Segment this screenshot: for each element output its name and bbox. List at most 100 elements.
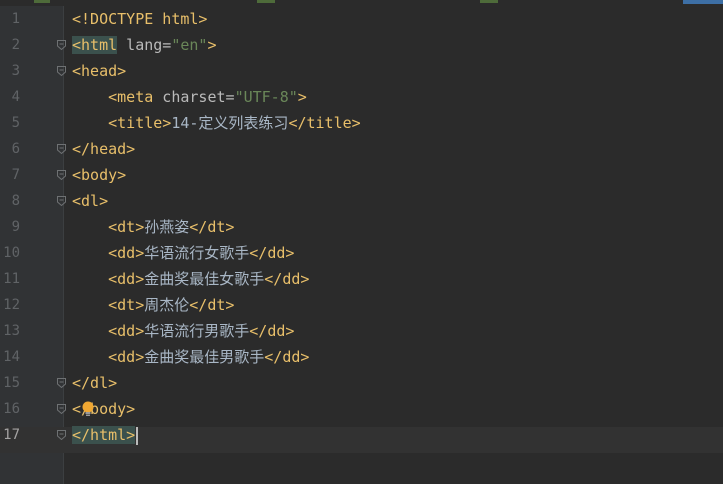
code-token: > — [297, 88, 307, 106]
code-text[interactable]: </dl> — [72, 370, 117, 396]
change-marker — [257, 0, 275, 3]
code-line[interactable]: 2 <html lang="en"> — [0, 32, 723, 58]
code-line[interactable]: 1 <!DOCTYPE html> — [0, 6, 723, 32]
fold-marker-icon[interactable] — [57, 66, 66, 76]
line-number[interactable]: 2 — [0, 32, 20, 58]
fold-marker-icon[interactable] — [57, 430, 66, 440]
line-number[interactable]: 16 — [0, 396, 20, 422]
code-text[interactable]: <!DOCTYPE html> — [72, 6, 207, 32]
code-line[interactable]: 5 <title>14-定义列表练习</title> — [0, 110, 723, 136]
code-token: <dd> — [108, 244, 145, 262]
code-line[interactable]: 3 <head> — [0, 58, 723, 84]
code-token: <dt> — [108, 296, 145, 314]
code-token: charset= — [153, 88, 235, 106]
code-text[interactable]: </head> — [72, 136, 135, 162]
code-token: </dd> — [264, 270, 310, 288]
code-token: > — [207, 36, 217, 54]
fold-marker-icon[interactable] — [57, 170, 66, 180]
line-number[interactable]: 12 — [0, 292, 20, 318]
code-line[interactable]: 15 </dl> — [0, 370, 723, 396]
code-token: </dl> — [72, 374, 118, 392]
code-line[interactable]: 14 <dd>金曲奖最佳男歌手</dd> — [0, 344, 723, 370]
code-line[interactable]: 13 <dd>华语流行男歌手</dd> — [0, 318, 723, 344]
code-token: <meta — [108, 88, 154, 106]
code-line[interactable]: 6 </head> — [0, 136, 723, 162]
code-text[interactable]: <dd>金曲奖最佳男歌手</dd> — [72, 344, 309, 370]
code-token: "en" — [171, 36, 208, 54]
code-token: <dt> — [108, 218, 145, 236]
code-text[interactable]: <head> — [72, 58, 126, 84]
code-line[interactable]: 11 <dd>金曲奖最佳女歌手</dd> — [0, 266, 723, 292]
code-text[interactable]: <dt>孙燕姿</dt> — [72, 214, 234, 240]
line-number[interactable]: 7 — [0, 162, 20, 188]
code-text[interactable]: <html lang="en"> — [72, 32, 217, 58]
code-token: </html> — [72, 426, 136, 444]
code-token: 孙燕姿 — [144, 218, 190, 236]
line-number[interactable]: 14 — [0, 344, 20, 370]
code-line[interactable]: 8 <dl> — [0, 188, 723, 214]
line-number[interactable]: 9 — [0, 214, 20, 240]
code-token: <dd> — [108, 348, 145, 366]
code-token: <title> — [108, 114, 172, 132]
code-text[interactable]: <dd>华语流行男歌手</dd> — [72, 318, 294, 344]
code-token: </dt> — [189, 296, 235, 314]
code-line[interactable]: 9 <dt>孙燕姿</dt> — [0, 214, 723, 240]
code-token: </title> — [288, 114, 361, 132]
code-text[interactable]: <title>14-定义列表练习</title> — [72, 110, 361, 136]
scroll-marker[interactable] — [683, 0, 723, 4]
code-line[interactable]: 10 <dd>华语流行女歌手</dd> — [0, 240, 723, 266]
change-marker — [480, 0, 498, 3]
line-number[interactable]: 10 — [0, 240, 20, 266]
code-text[interactable]: <dd>金曲奖最佳女歌手</dd> — [72, 266, 309, 292]
line-number[interactable]: 1 — [0, 6, 20, 32]
line-number[interactable]: 17 — [0, 422, 20, 448]
line-number[interactable]: 4 — [0, 84, 20, 110]
fold-marker-icon[interactable] — [57, 144, 66, 154]
code-token: <head> — [72, 62, 127, 80]
code-token: </dt> — [189, 218, 235, 236]
code-line[interactable]: 17 </html> — [0, 422, 723, 448]
code-token: 周杰伦 — [144, 296, 190, 314]
code-line[interactable]: 7 <body> — [0, 162, 723, 188]
code-text[interactable]: <meta charset="UTF-8"> — [72, 84, 307, 110]
line-number[interactable]: 6 — [0, 136, 20, 162]
code-token: <html — [72, 36, 118, 54]
line-number[interactable]: 11 — [0, 266, 20, 292]
code-token: 金曲奖最佳男歌手 — [144, 348, 265, 366]
line-number[interactable]: 8 — [0, 188, 20, 214]
code-text[interactable]: <dl> — [72, 188, 108, 214]
code-token: </dd> — [264, 348, 310, 366]
line-number[interactable]: 13 — [0, 318, 20, 344]
line-number[interactable]: 15 — [0, 370, 20, 396]
code-token: <dd> — [108, 322, 145, 340]
code-token: 华语流行男歌手 — [144, 322, 250, 340]
line-number[interactable]: 5 — [0, 110, 20, 136]
code-token: <dl> — [72, 192, 109, 210]
code-text[interactable]: <dd>华语流行女歌手</dd> — [72, 240, 294, 266]
fold-marker-icon[interactable] — [57, 40, 66, 50]
code-line[interactable]: 4 <meta charset="UTF-8"> — [0, 84, 723, 110]
fold-marker-icon[interactable] — [57, 378, 66, 388]
code-token: lang= — [117, 36, 172, 54]
fold-marker-icon[interactable] — [57, 404, 66, 414]
code-line[interactable]: 16 </body> — [0, 396, 723, 422]
code-line[interactable]: 12 <dt>周杰伦</dt> — [0, 292, 723, 318]
code-token: </dd> — [249, 244, 295, 262]
code-token: </dd> — [249, 322, 295, 340]
code-text[interactable]: </html> — [72, 422, 139, 448]
code-token: "UTF-8" — [234, 88, 298, 106]
lightbulb-icon[interactable] — [81, 401, 95, 417]
line-number[interactable]: 3 — [0, 58, 20, 84]
fold-marker-icon[interactable] — [57, 196, 66, 206]
code-token: 华语流行女歌手 — [144, 244, 250, 262]
code-text[interactable]: <dt>周杰伦</dt> — [72, 292, 234, 318]
change-marker — [34, 0, 50, 3]
code-text[interactable]: <body> — [72, 162, 126, 188]
